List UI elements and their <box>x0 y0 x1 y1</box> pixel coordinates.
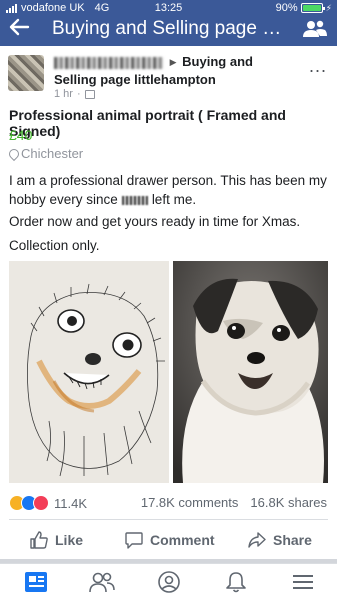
battery-percent: 90% <box>275 2 298 14</box>
comment-icon <box>125 532 143 549</box>
arrow-right-icon: ▶ <box>169 57 177 68</box>
divider <box>9 519 328 520</box>
battery-icon <box>300 3 325 13</box>
post-timestamp[interactable]: 1 hr <box>54 88 73 100</box>
comment-label: Comment <box>150 532 215 548</box>
reactions-summary[interactable]: 11.4K <box>9 495 87 511</box>
comments-count[interactable]: 17.8K comments <box>141 495 239 510</box>
audience-icon <box>84 89 95 99</box>
location-text: Chichester <box>21 146 84 161</box>
dog-photo[interactable] <box>173 261 328 483</box>
redacted-name <box>121 195 148 205</box>
drawing-photo[interactable] <box>9 261 169 483</box>
like-label: Like <box>55 532 84 548</box>
share-icon <box>248 532 266 548</box>
description-paragraph-3: Collection only. <box>9 238 100 253</box>
charging-icon: ⚡ <box>325 2 332 13</box>
shares-count[interactable]: 16.8K shares <box>250 495 327 510</box>
description-paragraph-2: Order now and get yours ready in time fo… <box>9 214 301 229</box>
notifications-icon[interactable] <box>222 570 250 594</box>
listing-price: £40 <box>9 127 33 143</box>
love-reaction-icon <box>33 495 49 511</box>
page-title: Buying and Selling page littl... <box>52 18 282 39</box>
more-options-icon[interactable]: ... <box>309 56 327 77</box>
nav-header: Buying and Selling page littl... <box>0 14 337 46</box>
avatar[interactable] <box>8 55 44 91</box>
groups-icon[interactable] <box>303 20 327 38</box>
post-author-line: ▶ Buying and Selling page littlehampton <box>54 53 294 88</box>
author-name-redacted[interactable] <box>54 56 164 69</box>
engagement-counts: 17.8K comments 16.8K shares <box>141 495 327 510</box>
like-button[interactable]: Like <box>30 525 83 555</box>
listing-location: Chichester <box>9 146 83 161</box>
friends-icon[interactable] <box>88 570 116 594</box>
listing-title: Professional animal portrait ( Framed an… <box>9 107 286 139</box>
post-meta: 1 hr · <box>54 88 95 100</box>
location-pin-icon <box>9 149 17 159</box>
reactions-count: 11.4K <box>54 495 88 511</box>
share-label: Share <box>273 532 312 548</box>
top-bar: vodafone UK 4G 13:25 90% ⚡ Buying and Se… <box>0 0 337 46</box>
share-button[interactable]: Share <box>248 525 312 555</box>
bottom-tab-bar <box>0 563 337 600</box>
news-feed-icon[interactable] <box>22 570 50 594</box>
comment-button[interactable]: Comment <box>125 525 215 555</box>
post-actions: Like Comment Share <box>0 525 337 555</box>
profile-icon[interactable] <box>155 570 183 594</box>
back-arrow-icon[interactable] <box>8 16 30 43</box>
menu-icon[interactable] <box>289 570 317 594</box>
thumbs-up-icon <box>30 531 48 549</box>
description-paragraph-1: I am a professional drawer person. This … <box>9 173 327 207</box>
